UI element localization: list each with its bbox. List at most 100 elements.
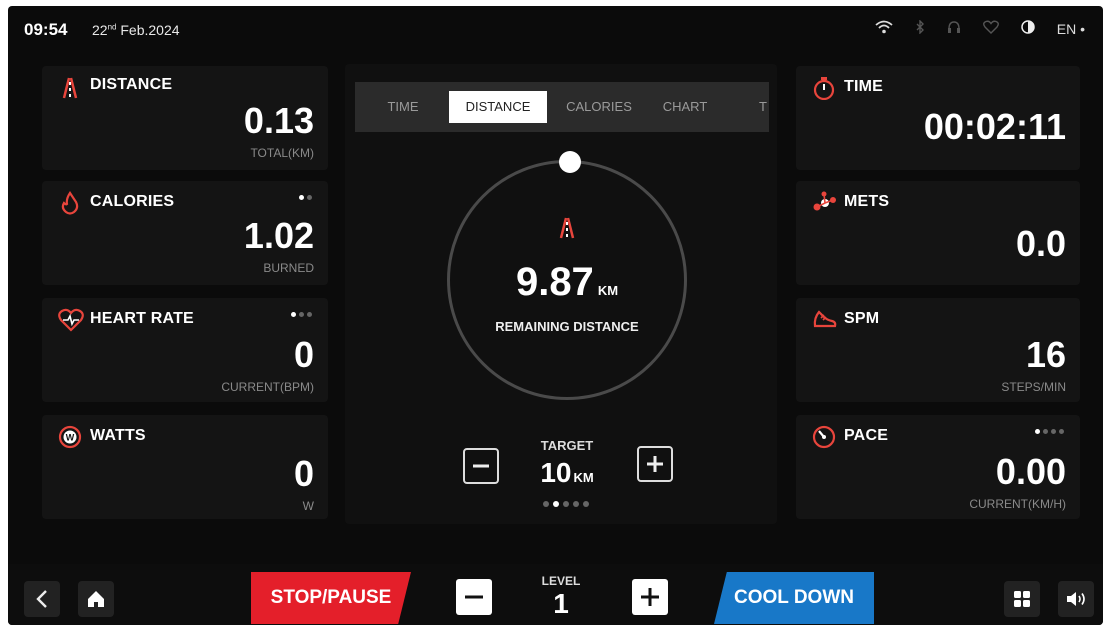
back-button[interactable] xyxy=(24,581,60,617)
mets-value: 0.0 xyxy=(1015,223,1066,264)
heart-monitor-icon xyxy=(982,20,999,37)
target-increase-button[interactable] xyxy=(637,446,673,482)
calories-value: 1.02 xyxy=(243,215,314,256)
page-dot xyxy=(553,501,559,507)
mets-icon xyxy=(812,191,836,215)
distance-unit: TOTAL(KM) xyxy=(250,146,314,160)
home-button[interactable] xyxy=(78,581,114,617)
stopwatch-icon xyxy=(812,76,836,101)
volume-button[interactable] xyxy=(1058,581,1094,617)
shoe-icon xyxy=(812,308,837,332)
target-value-group: 10 KM xyxy=(517,457,617,489)
page-dot xyxy=(291,312,296,317)
page-dot xyxy=(307,312,312,317)
mets-card: METS 0.0 xyxy=(796,181,1080,285)
time-card: TIME 00:02:11 xyxy=(796,66,1080,170)
page-dot xyxy=(1051,429,1056,434)
plus-icon xyxy=(647,456,663,472)
contrast-icon[interactable] xyxy=(1021,20,1035,37)
heart-rate-value: 0 xyxy=(293,334,314,375)
road-icon xyxy=(58,76,82,100)
spm-value: 16 xyxy=(1025,334,1066,375)
page-dot xyxy=(543,501,549,507)
chevron-down-icon: • xyxy=(1080,20,1085,37)
mets-label: METS xyxy=(844,193,890,210)
page-dot xyxy=(1035,429,1040,434)
page-dot xyxy=(1043,429,1048,434)
tab-distance[interactable]: DISTANCE xyxy=(449,91,547,123)
calories-card[interactable]: CALORIES 1.02 BURNED xyxy=(42,181,328,285)
remaining-label: REMAINING DISTANCE xyxy=(495,319,639,334)
page-dot xyxy=(573,501,579,507)
cool-down-button[interactable]: COOL DOWN xyxy=(714,572,874,624)
page-dot xyxy=(583,501,589,507)
heart-rate-label: HEART RATE xyxy=(90,310,194,327)
target-label: TARGET xyxy=(540,438,594,453)
distance-label: DISTANCE xyxy=(90,76,173,93)
level-decrease-button[interactable] xyxy=(456,579,492,615)
page-indicator xyxy=(291,312,312,317)
center-panel: TIME DISTANCE CALORIES CHART T 9.87 KM RE… xyxy=(345,64,777,524)
heart-rate-card[interactable]: HEART RATE 0 CURRENT(BPM) xyxy=(42,298,328,402)
treadmill-screen: 09:54 22nd Feb.2024 EN • DISTANCE 0.13 T… xyxy=(8,6,1103,625)
distance-card: DISTANCE 0.13 TOTAL(KM) xyxy=(42,66,328,170)
watts-label: WATTS xyxy=(90,427,146,444)
chevron-left-icon xyxy=(36,590,47,608)
tab-chart[interactable]: CHART xyxy=(653,91,717,123)
calories-label: CALORIES xyxy=(90,193,175,210)
pace-card[interactable]: PACE 0.00 CURRENT(KM/H) xyxy=(796,415,1080,519)
calories-unit: BURNED xyxy=(263,261,314,275)
level-value: 1 xyxy=(553,588,569,619)
target-decrease-button[interactable] xyxy=(463,448,499,484)
heart-pulse-icon xyxy=(58,308,84,332)
minus-icon xyxy=(465,595,483,599)
watts-value: 0 xyxy=(293,453,314,494)
language-selector[interactable]: EN • xyxy=(1057,21,1085,37)
bluetooth-icon xyxy=(915,19,925,37)
progress-knob xyxy=(559,151,581,173)
page-indicator xyxy=(1035,429,1064,434)
remaining-unit: KM xyxy=(597,283,619,298)
pace-unit: CURRENT(KM/H) xyxy=(969,497,1066,511)
speaker-icon xyxy=(1067,592,1085,606)
tab-partial[interactable]: T xyxy=(753,91,769,123)
clock: 09:54 xyxy=(24,20,68,39)
page-dot xyxy=(299,312,304,317)
grid-icon xyxy=(1014,591,1030,607)
level-label: LEVEL xyxy=(541,574,581,588)
target-value: 10 xyxy=(540,457,572,488)
watts-unit: W xyxy=(302,499,314,513)
status-bar: 09:54 22nd Feb.2024 EN • xyxy=(8,6,1103,54)
heart-rate-unit: CURRENT(BPM) xyxy=(221,380,314,394)
watts-icon: W xyxy=(58,425,82,449)
apps-button[interactable] xyxy=(1004,581,1040,617)
pace-value: 0.00 xyxy=(995,451,1066,492)
level-increase-button[interactable] xyxy=(632,579,668,615)
remaining-value: 9.87 xyxy=(515,260,594,304)
spm-unit: STEPS/MIN xyxy=(1001,380,1066,394)
distance-value: 0.13 xyxy=(243,100,314,141)
minus-icon xyxy=(473,464,489,468)
plus-icon xyxy=(641,588,659,606)
page-dot xyxy=(307,195,312,200)
tab-time[interactable]: TIME xyxy=(375,91,431,123)
date: 22nd Feb.2024 xyxy=(92,22,180,38)
metric-tabs: TIME DISTANCE CALORIES CHART T xyxy=(355,82,769,132)
spm-label: SPM xyxy=(844,310,880,327)
pace-label: PACE xyxy=(844,427,889,444)
page-indicator xyxy=(299,195,312,200)
flame-icon xyxy=(58,191,82,215)
stop-pause-button[interactable]: STOP/PAUSE xyxy=(251,572,411,624)
remaining-distance: 9.87 KM xyxy=(447,260,687,305)
headset-icon xyxy=(947,20,961,37)
time-label: TIME xyxy=(844,78,884,95)
page-dot xyxy=(299,195,304,200)
page-dot xyxy=(1059,429,1064,434)
status-icons: EN • xyxy=(875,19,1085,37)
svg-text:W: W xyxy=(66,433,75,443)
page-indicator xyxy=(543,501,589,507)
spm-card: SPM 16 STEPS/MIN xyxy=(796,298,1080,402)
home-icon xyxy=(88,591,104,607)
watts-card: W WATTS 0 W xyxy=(42,415,328,519)
tab-calories[interactable]: CALORIES xyxy=(559,91,639,123)
